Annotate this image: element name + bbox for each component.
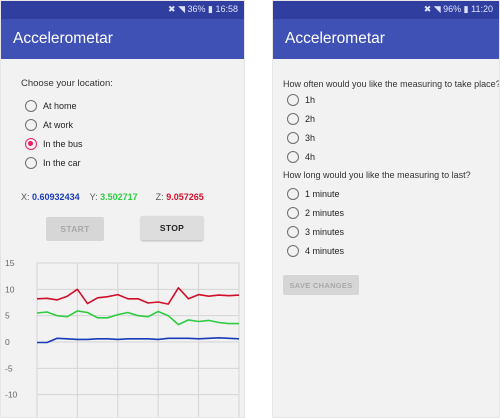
chart-y-tick-label: -10 <box>5 390 18 400</box>
radio-button-icon[interactable] <box>287 244 299 257</box>
left-phone-screen: ✖ ◥ 36% ▮ 16:58 Accelerometar Choose you… <box>0 0 245 418</box>
chart-y-tick-label: 0 <box>5 337 10 347</box>
duration-option-label: 4 minutes <box>305 245 345 256</box>
radio-button-icon[interactable] <box>25 156 37 169</box>
accelerometer-line-chart: 151050-5-10-15 <box>5 258 240 417</box>
radio-button-icon[interactable] <box>25 99 37 112</box>
app-title: Accelerometar <box>285 30 385 47</box>
location-option-in-the-car[interactable]: In the car <box>25 153 83 172</box>
app-title: Accelerometar <box>13 30 113 47</box>
stop-button[interactable]: STOP <box>141 216 203 240</box>
location-option-at-home[interactable]: At home <box>25 96 83 115</box>
location-option-in-the-bus[interactable]: In the bus <box>25 134 83 153</box>
frequency-option-label: 1h <box>305 94 316 105</box>
location-option-label: In the car <box>43 157 81 168</box>
radio-button-selected-icon[interactable] <box>25 137 37 150</box>
frequency-radio-group: 1h 2h 3h 4h <box>287 90 315 166</box>
radio-button-icon[interactable] <box>287 93 299 106</box>
frequency-option-label: 3h <box>305 132 316 143</box>
sensor-readings: X: 0.60932434 Y: 3.502717 Z: 9.057265 <box>21 192 204 202</box>
radio-button-icon[interactable] <box>25 118 37 131</box>
duration-prompt: How long would you like the measuring to… <box>283 170 471 180</box>
save-changes-button[interactable]: SAVE CHANGES <box>283 275 359 295</box>
status-bar: ✖ ◥ 96% ▮ 11:20 <box>273 1 499 19</box>
frequency-option-1h[interactable]: 1h <box>287 90 315 109</box>
app-bar: Accelerometar <box>1 19 244 59</box>
y-axis-label: Y: <box>89 192 98 202</box>
status-bar-text: ✖ ◥ 96% ▮ 11:20 <box>423 4 493 14</box>
duration-option-label: 1 minute <box>305 188 340 199</box>
frequency-option-3h[interactable]: 3h <box>287 128 315 147</box>
chart-y-tick-label: 10 <box>5 284 15 294</box>
radio-button-icon[interactable] <box>287 131 299 144</box>
duration-option-label: 3 minutes <box>305 226 345 237</box>
radio-button-icon[interactable] <box>287 112 299 125</box>
radio-button-icon[interactable] <box>287 206 299 219</box>
location-option-label: In the bus <box>43 138 83 149</box>
duration-option-2-minutes[interactable]: 2 minutes <box>287 203 344 222</box>
radio-button-icon[interactable] <box>287 187 299 200</box>
frequency-prompt: How often would you like the measuring t… <box>283 79 500 89</box>
duration-option-1-minute[interactable]: 1 minute <box>287 184 344 203</box>
location-option-label: At work <box>43 119 74 130</box>
z-axis-value: 9.057265 <box>166 192 204 202</box>
location-option-label: At home <box>43 100 77 111</box>
duration-radio-group: 1 minute 2 minutes 3 minutes 4 minutes <box>287 184 344 260</box>
frequency-option-label: 2h <box>305 113 316 124</box>
app-bar: Accelerometar <box>273 19 499 59</box>
radio-button-icon[interactable] <box>287 225 299 238</box>
chart-y-tick-label: 5 <box>5 311 10 321</box>
radio-button-icon[interactable] <box>287 150 299 163</box>
frequency-option-2h[interactable]: 2h <box>287 109 315 128</box>
z-axis-label: Z: <box>155 192 164 202</box>
location-prompt: Choose your location: <box>21 78 113 89</box>
location-option-at-work[interactable]: At work <box>25 115 83 134</box>
status-bar: ✖ ◥ 36% ▮ 16:58 <box>1 1 244 19</box>
duration-option-4-minutes[interactable]: 4 minutes <box>287 241 344 260</box>
duration-option-label: 2 minutes <box>305 207 345 218</box>
right-phone-screen: ✖ ◥ 96% ▮ 11:20 Accelerometar How often … <box>272 0 500 418</box>
frequency-option-label: 4h <box>305 151 316 162</box>
start-button[interactable]: START <box>46 217 104 241</box>
y-axis-value: 3.502717 <box>100 192 138 202</box>
frequency-option-4h[interactable]: 4h <box>287 147 315 166</box>
chart-series-line <box>36 286 240 305</box>
chart-series-line <box>36 310 239 326</box>
duration-option-3-minutes[interactable]: 3 minutes <box>287 222 344 241</box>
chart-y-tick-label: 15 <box>5 258 15 268</box>
chart-y-tick-label: -5 <box>5 363 13 373</box>
location-radio-group: At home At work In the bus In the car <box>25 96 83 172</box>
x-axis-label: X: <box>21 192 30 202</box>
x-axis-value: 0.60932434 <box>32 192 80 202</box>
status-bar-text: ✖ ◥ 36% ▮ 16:58 <box>168 4 238 14</box>
